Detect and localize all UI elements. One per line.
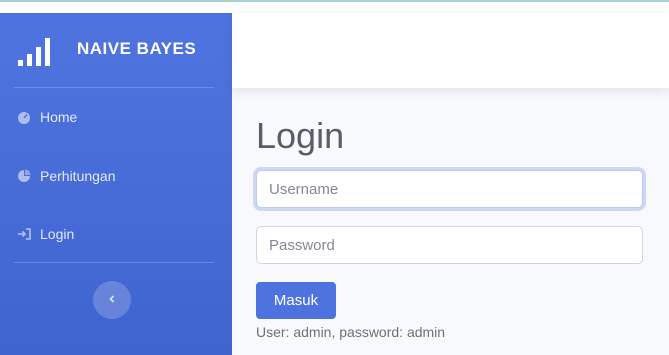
sidebar-item-label: Home	[40, 109, 78, 125]
username-input[interactable]	[256, 170, 643, 208]
sidebar-divider	[14, 87, 214, 88]
chevron-left-icon	[107, 291, 117, 309]
password-input[interactable]	[256, 226, 643, 264]
sidebar-divider	[14, 262, 214, 263]
masuk-button[interactable]: Masuk	[256, 282, 336, 319]
sidebar-item-label: Perhitungan	[40, 168, 116, 184]
credentials-hint: User: admin, password: admin	[256, 324, 446, 340]
sidebar-brand[interactable]: NAIVE BAYES	[0, 13, 232, 85]
top-edge	[0, 0, 669, 13]
sidebar-item-login[interactable]: Login	[16, 222, 74, 246]
sidebar-toggle-button[interactable]	[93, 281, 131, 319]
signal-bars-icon	[16, 35, 58, 67]
login-form: Login Masuk User: admin, password: admin	[232, 88, 669, 355]
sidebar-item-perhitungan[interactable]: Perhitungan	[16, 164, 116, 188]
sidebar-item-label: Login	[40, 226, 75, 242]
page-title: Login	[256, 115, 345, 156]
dashboard-icon	[16, 109, 32, 125]
app-window: NAIVE BAYES Home Perhitungan Login Login…	[0, 0, 669, 355]
sidebar-item-home[interactable]: Home	[16, 105, 77, 129]
sign-in-icon	[16, 226, 32, 242]
pie-chart-icon	[16, 168, 32, 184]
topbar	[232, 13, 669, 88]
brand-title: NAIVE BAYES	[77, 39, 197, 58]
sidebar: NAIVE BAYES Home Perhitungan Login	[0, 13, 232, 355]
